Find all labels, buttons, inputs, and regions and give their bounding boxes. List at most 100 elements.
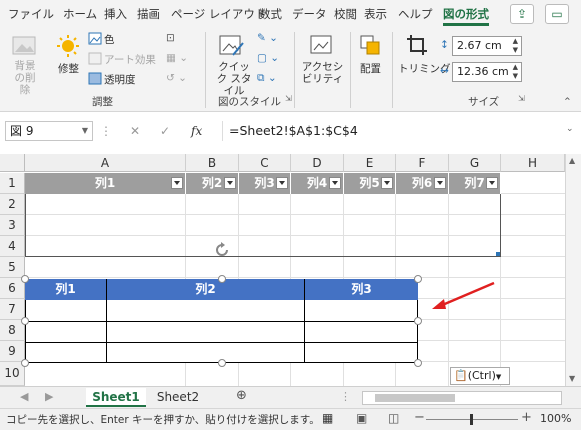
page-layout-view-icon[interactable]: ▣ <box>356 411 367 425</box>
alt-text-icon <box>310 35 332 54</box>
expand-formula-icon[interactable]: ⌄ <box>566 124 574 134</box>
name-box[interactable]: 図 9 ▼ <box>5 121 93 141</box>
artistic-effects-button[interactable]: アート効果 <box>104 52 156 67</box>
add-sheet-icon[interactable]: ⊕ <box>236 388 247 403</box>
quick-styles-button[interactable]: クイック スタイル <box>214 61 254 97</box>
vertical-scrollbar[interactable] <box>565 154 581 386</box>
width-spinner[interactable]: 12.36 cm ▲ ▼ <box>452 62 522 82</box>
row-header[interactable]: 2 <box>0 194 25 215</box>
corrections-button[interactable]: 修整 <box>58 61 79 76</box>
column-header[interactable]: A <box>25 154 186 172</box>
sheet-tab-sheet2[interactable]: Sheet2 <box>150 388 206 407</box>
table1-header-cell[interactable]: 列3 <box>239 173 291 194</box>
picture-layout-icon[interactable]: ⧉ ⌄ <box>257 72 277 85</box>
tab-view[interactable]: 表示 <box>364 6 387 22</box>
filter-dropdown-icon[interactable] <box>434 177 446 189</box>
height-spinner[interactable]: 2.67 cm ▲ ▼ <box>452 36 522 56</box>
cancel-icon[interactable]: ✕ <box>130 124 140 138</box>
zoom-in-icon[interactable]: + <box>521 410 532 425</box>
table1-header-cell[interactable]: 列5 <box>344 173 396 194</box>
resize-handle[interactable] <box>21 359 29 367</box>
zoom-level[interactable]: 100% <box>540 412 571 425</box>
zoom-out-icon[interactable]: − <box>414 410 425 425</box>
compress-pictures-icon[interactable]: ⊡ <box>166 32 175 44</box>
collapse-ribbon-icon[interactable]: ⌃ <box>563 96 572 108</box>
rotate-handle-icon[interactable] <box>212 240 232 260</box>
resize-handle[interactable] <box>218 275 226 283</box>
tab-data[interactable]: データ <box>292 6 327 22</box>
resize-handle[interactable] <box>218 359 226 367</box>
normal-view-icon[interactable]: ▦ <box>322 411 333 425</box>
next-sheet-icon[interactable]: ▶ <box>45 390 53 403</box>
accessibility-button[interactable]: アクセシビリティ <box>300 61 345 85</box>
tab-picture-format[interactable]: 図の形式 <box>443 6 489 26</box>
remove-background-label[interactable]: 背景の削除 <box>10 60 40 96</box>
change-picture-icon[interactable]: ▦ ⌄ <box>166 52 188 64</box>
picture-effects-icon[interactable]: ▢ ⌄ <box>257 52 279 64</box>
column-header[interactable]: C <box>239 154 291 172</box>
row-header[interactable]: 3 <box>0 215 25 236</box>
share-icon[interactable]: ⇪ <box>510 4 534 24</box>
table1-header-cell[interactable]: 列7 <box>449 173 501 194</box>
color-button[interactable]: 色 <box>104 32 115 47</box>
row-header[interactable]: 4 <box>0 236 25 257</box>
zoom-slider-thumb[interactable] <box>470 414 473 425</box>
row-header[interactable]: 7 <box>0 299 25 320</box>
formula-input[interactable]: =Sheet2!$A$1:$C$4 <box>222 121 578 141</box>
enter-icon[interactable]: ✓ <box>160 124 170 138</box>
select-all-corner[interactable] <box>0 154 25 172</box>
table1-header-cell[interactable]: 列6 <box>396 173 449 194</box>
resize-handle[interactable] <box>414 275 422 283</box>
tab-draw[interactable]: 描画 <box>137 6 160 22</box>
picture-border-icon[interactable]: ✎ ⌄ <box>257 32 278 44</box>
filter-dropdown-icon[interactable] <box>486 177 498 189</box>
column-header[interactable]: D <box>291 154 344 172</box>
resize-handle[interactable] <box>414 317 422 325</box>
spin-arrows-icon[interactable]: ▲ ▼ <box>513 63 518 81</box>
filter-dropdown-icon[interactable] <box>276 177 288 189</box>
prev-sheet-icon[interactable]: ◀ <box>20 390 28 403</box>
table1-header-cell[interactable]: 列1 <box>25 173 186 194</box>
row-header[interactable]: 5 <box>0 257 25 278</box>
column-header[interactable]: H <box>501 154 565 172</box>
transparency-button[interactable]: 透明度 <box>104 72 136 87</box>
column-header[interactable]: B <box>186 154 239 172</box>
filter-dropdown-icon[interactable] <box>381 177 393 189</box>
resize-handle[interactable] <box>414 359 422 367</box>
tab-review[interactable]: 校閲 <box>334 6 357 22</box>
table1-header-cell[interactable]: 列4 <box>291 173 344 194</box>
styles-launcher-icon[interactable]: ⇲ <box>285 94 292 103</box>
scroll-down-icon[interactable]: ▼ <box>569 374 575 383</box>
page-break-view-icon[interactable]: ◫ <box>388 411 399 425</box>
chevron-down-icon[interactable]: ▼ <box>82 122 88 140</box>
horizontal-scrollbar[interactable] <box>362 391 562 405</box>
row-header[interactable]: 1 <box>0 173 25 194</box>
table-resize-handle[interactable] <box>496 252 500 256</box>
tab-formulas[interactable]: 数式 <box>259 6 282 22</box>
tab-file[interactable]: ファイル <box>8 6 54 22</box>
scroll-up-icon[interactable]: ▲ <box>569 156 575 165</box>
resize-handle[interactable] <box>21 317 29 325</box>
filter-dropdown-icon[interactable] <box>224 177 236 189</box>
column-header[interactable]: G <box>449 154 501 172</box>
filter-dropdown-icon[interactable] <box>329 177 341 189</box>
row-header[interactable]: 9 <box>0 341 25 362</box>
arrange-button[interactable]: 配置 <box>360 61 381 76</box>
sheet-tab-sheet1[interactable]: Sheet1 <box>86 388 146 407</box>
column-header[interactable]: E <box>344 154 396 172</box>
comments-icon[interactable]: ▭ <box>545 4 569 24</box>
tab-help[interactable]: ヘルプ <box>398 6 433 22</box>
size-launcher-icon[interactable]: ⇲ <box>518 94 525 103</box>
resize-handle[interactable] <box>21 275 29 283</box>
reset-picture-icon[interactable]: ↺ ⌄ <box>166 72 187 84</box>
scroll-thumb[interactable] <box>375 394 455 402</box>
column-header[interactable]: F <box>396 154 449 172</box>
table1-header-cell[interactable]: 列2 <box>186 173 239 194</box>
insert-function-icon[interactable]: fx <box>191 124 202 138</box>
paste-options-button[interactable]: 📋(Ctrl)▼ <box>450 367 510 385</box>
spin-arrows-icon[interactable]: ▲ ▼ <box>513 37 518 55</box>
tab-home[interactable]: ホーム <box>63 6 97 22</box>
tab-page-layout[interactable]: ページ レイアウト <box>171 6 266 22</box>
filter-dropdown-icon[interactable] <box>171 177 183 189</box>
tab-insert[interactable]: 挿入 <box>104 6 127 22</box>
